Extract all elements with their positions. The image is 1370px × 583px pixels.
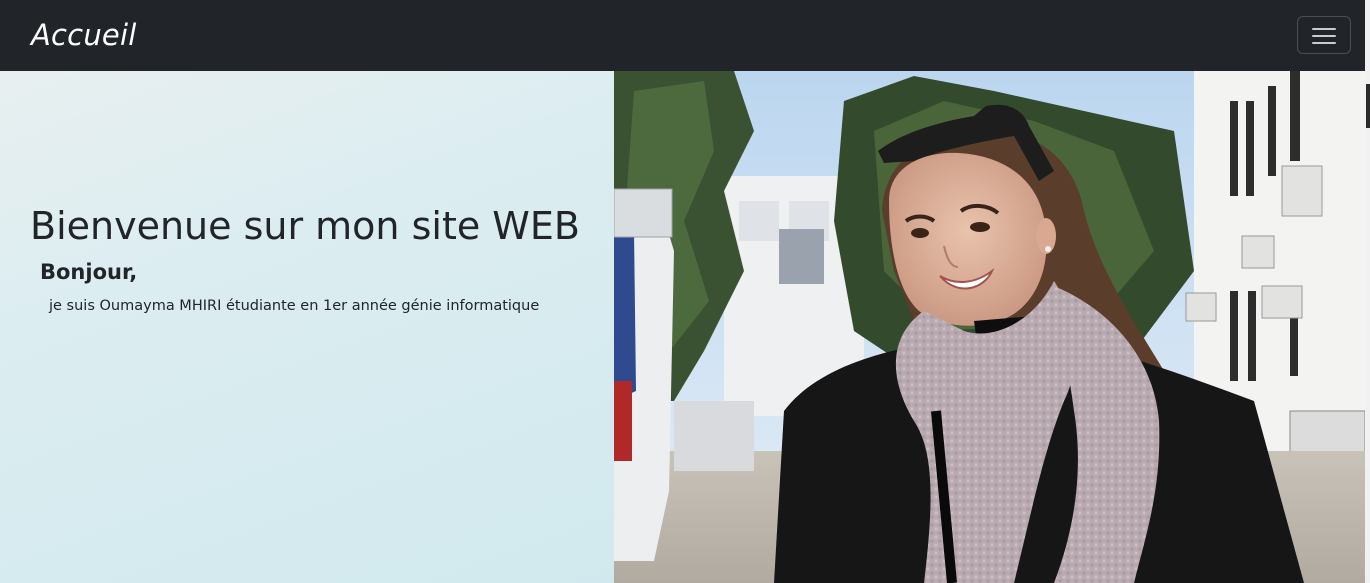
scrollbar-thumb[interactable] xyxy=(1366,84,1370,128)
hero-text-panel xyxy=(0,71,614,583)
hero-title: Bienvenue sur mon site WEB xyxy=(30,204,580,248)
navbar-toggler-button[interactable] xyxy=(1297,16,1351,54)
brand-link[interactable]: Accueil xyxy=(31,16,136,54)
hero-intro-text: je suis Oumayma MHIRI étudiante en 1er a… xyxy=(49,298,540,314)
hamburger-menu-icon xyxy=(1312,28,1336,44)
top-navbar: Accueil xyxy=(0,0,1365,71)
hero-greeting: Bonjour, xyxy=(40,260,138,284)
portrait-illustration xyxy=(614,71,1365,583)
portrait-photo xyxy=(614,71,1365,583)
